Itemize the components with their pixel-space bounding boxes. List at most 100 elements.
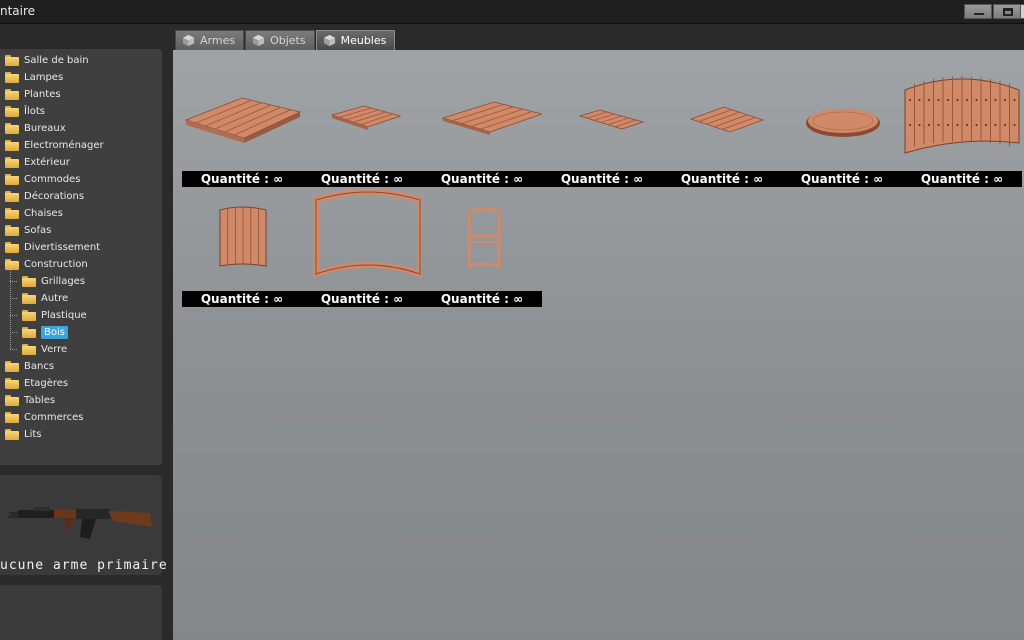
tree-item-label: Divertissement xyxy=(24,241,101,253)
folder-icon xyxy=(5,139,19,151)
minimize-button[interactable] xyxy=(964,4,992,19)
inventory-item[interactable] xyxy=(182,50,302,170)
wood-window-frame-icon xyxy=(467,207,501,268)
tab-label: Objets xyxy=(270,34,306,47)
tree-item[interactable]: Lampes xyxy=(5,69,63,85)
tree-item-label: Sofas xyxy=(24,224,52,236)
tree-item[interactable]: Construction xyxy=(5,256,88,272)
tree-item[interactable]: Autre xyxy=(22,290,68,306)
wood-plank-icon xyxy=(689,106,765,133)
inventory-grid: Quantité : ∞ Quantité : ∞ Quantité : ∞ Quan… xyxy=(173,50,1024,640)
tree-item-label: Chaises xyxy=(24,207,63,219)
folder-icon xyxy=(22,292,36,304)
tab-armes[interactable]: Armes xyxy=(175,30,245,50)
tree-item-label: Îlots xyxy=(24,105,45,117)
wood-wall-panel-icon xyxy=(219,206,267,267)
tree-item-label: Plantes xyxy=(24,88,61,100)
primary-weapon-label: ucune arme primaire xyxy=(0,558,168,573)
tree-item[interactable]: Bancs xyxy=(5,358,54,374)
tree-item[interactable]: Salle de bain xyxy=(5,52,89,68)
folder-icon xyxy=(5,71,19,83)
tree-item[interactable]: Plantes xyxy=(5,86,61,102)
tree-connector xyxy=(10,332,17,333)
tree-item[interactable]: Chaises xyxy=(5,205,63,221)
tree-item[interactable]: Etagères xyxy=(5,375,68,391)
tree-item-label: Plastique xyxy=(41,309,87,321)
tree-item-label: Salle de bain xyxy=(24,54,89,66)
category-tabs: Armes Objets Meubles xyxy=(175,30,396,50)
tree-item-label: Etagères xyxy=(24,377,69,389)
wood-curved-wall-icon xyxy=(904,76,1020,154)
tree-item[interactable]: Décorations xyxy=(5,188,84,204)
tree-item[interactable]: Verre xyxy=(22,341,67,357)
item-quantity: Quantité : ∞ xyxy=(440,292,524,306)
tree-item[interactable]: Îlots xyxy=(5,103,45,119)
wood-floor-large-icon xyxy=(184,97,302,143)
wood-floor-small-icon xyxy=(330,105,402,130)
tree-item-label: Lits xyxy=(24,428,42,440)
tree-item[interactable]: Commodes xyxy=(5,171,80,187)
folder-icon xyxy=(5,411,19,423)
tree-connector xyxy=(10,281,17,282)
tree-item[interactable]: Extérieur xyxy=(5,154,70,170)
tree-item[interactable]: Divertissement xyxy=(5,239,100,255)
tree-item[interactable]: Tables xyxy=(5,392,55,408)
cube-icon xyxy=(253,34,265,47)
inventory-item[interactable] xyxy=(782,50,902,170)
tree-item-label: Bois xyxy=(41,325,68,339)
folder-icon xyxy=(5,173,19,185)
inventory-item[interactable] xyxy=(182,170,302,290)
tree-item[interactable]: Commerces xyxy=(5,409,84,425)
maximize-icon xyxy=(1003,8,1013,16)
folder-icon xyxy=(5,377,19,389)
tree-item-label: Construction xyxy=(24,258,88,270)
tree-item[interactable]: Bureaux xyxy=(5,120,66,136)
item-quantity: Quantité : ∞ xyxy=(800,172,884,186)
window-title: ntaire xyxy=(0,4,36,18)
inventory-item[interactable] xyxy=(422,50,542,170)
inventory-item[interactable] xyxy=(302,170,422,290)
tree-item-label: Lampes xyxy=(24,71,64,83)
tree-item-label: Tables xyxy=(24,394,56,406)
inventory-item[interactable] xyxy=(422,170,542,290)
item-quantity: Quantité : ∞ xyxy=(320,292,404,306)
tree-item-label: Bureaux xyxy=(24,122,66,134)
tree-item[interactable]: Grillages xyxy=(22,273,85,289)
inventory-item[interactable] xyxy=(902,50,1022,170)
tab-meubles[interactable]: Meubles xyxy=(315,30,396,50)
tab-objets[interactable]: Objets xyxy=(245,30,315,50)
folder-icon xyxy=(5,258,19,270)
inventory-item[interactable] xyxy=(662,50,782,170)
close-button[interactable] xyxy=(1020,4,1024,19)
folder-icon xyxy=(5,241,19,253)
wood-floor-medium-icon xyxy=(441,101,542,135)
tree-item[interactable]: Bois xyxy=(22,324,68,340)
tree-item-label: Extérieur xyxy=(24,156,70,168)
item-quantity: Quantité : ∞ xyxy=(680,172,764,186)
maximize-button[interactable] xyxy=(993,4,1021,19)
inventory-item[interactable] xyxy=(302,50,422,170)
primary-weapon-panel[interactable]: ucune arme primaire xyxy=(0,475,167,575)
tree-item[interactable]: Lits xyxy=(5,426,41,442)
minimize-icon xyxy=(974,13,984,15)
tree-item[interactable]: Electroménager xyxy=(5,137,104,153)
folder-icon xyxy=(5,207,19,219)
wood-strip-icon xyxy=(578,109,645,130)
tree-item-label: Bancs xyxy=(24,360,55,372)
folder-icon xyxy=(22,343,36,355)
tree-item-label: Electroménager xyxy=(24,139,104,151)
folder-icon xyxy=(22,309,36,321)
tree-item[interactable]: Sofas xyxy=(5,222,51,238)
secondary-weapon-panel[interactable] xyxy=(0,585,162,640)
tree-item-label: Autre xyxy=(41,292,69,304)
folder-icon xyxy=(5,122,19,134)
item-quantity: Quantité : ∞ xyxy=(920,172,1004,186)
tree-item-label: Décorations xyxy=(24,190,85,202)
folder-icon xyxy=(5,428,19,440)
folder-icon xyxy=(5,190,19,202)
tree-item[interactable]: Plastique xyxy=(22,307,87,323)
tree-item-label: Commodes xyxy=(24,173,81,185)
inventory-item[interactable] xyxy=(542,50,662,170)
item-quantity: Quantité : ∞ xyxy=(560,172,644,186)
wood-curved-window-frame-icon xyxy=(313,189,422,279)
